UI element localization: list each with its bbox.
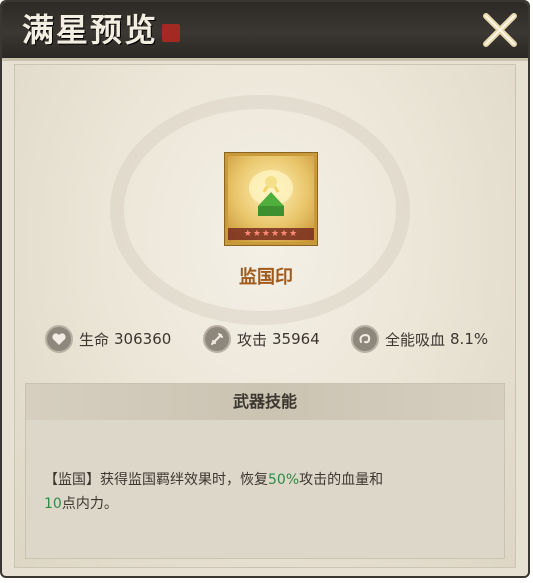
sword-icon (203, 325, 231, 353)
item-name: 监国印 (239, 267, 293, 288)
stat-label: 全能吸血 (385, 330, 446, 349)
stats-row: 生命 306360 攻击 35964 全能吸血 8.1% (45, 323, 515, 355)
item-icon: ★★★★★★ (225, 153, 317, 245)
panel-title: 满星预览 (22, 11, 159, 49)
seal-icon (162, 24, 180, 42)
stat-label: 攻击 (237, 330, 268, 349)
star-rating: ★★★★★★ (228, 228, 314, 240)
close-button[interactable] (478, 8, 522, 52)
skill-description: 【监国】获得监国羁绊效果时，恢复50%攻击的血量和 10点内力。 (44, 468, 484, 516)
stat-value: 306360 (114, 330, 172, 348)
seal-item-icon (249, 170, 293, 216)
stat-value: 35964 (272, 330, 320, 348)
content-area: ★★★★★★ 监国印 生命 306360 攻击 35964 全能吸血 8.1% … (14, 64, 516, 568)
close-icon (483, 13, 517, 47)
skill-desc-highlight: 10 (44, 496, 62, 512)
skill-desc-text: 攻击的血量和 (299, 472, 384, 488)
heart-icon (45, 325, 73, 353)
skill-header: 武器技能 (26, 384, 504, 420)
stat-health: 生命 306360 (45, 323, 171, 355)
swirl-icon (351, 325, 379, 353)
stat-lifesteal: 全能吸血 8.1% (351, 323, 488, 355)
stat-value: 8.1% (450, 330, 489, 348)
title-bar: 满星预览 (2, 2, 528, 61)
weapon-skill-box: 武器技能 【监国】获得监国羁绊效果时，恢复50%攻击的血量和 10点内力。 (25, 383, 505, 559)
skill-desc-text: 点内力。 (61, 496, 118, 512)
stat-attack: 攻击 35964 (203, 323, 320, 355)
skill-desc-text: 【监国】获得监国羁绊效果时，恢复 (44, 472, 268, 488)
stat-label: 生命 (79, 330, 110, 349)
skill-desc-highlight: 50% (268, 472, 300, 488)
star-preview-panel: 满星预览 ★★★★★★ 监国印 生命 306360 攻击 35964 全能吸血 … (0, 0, 530, 578)
